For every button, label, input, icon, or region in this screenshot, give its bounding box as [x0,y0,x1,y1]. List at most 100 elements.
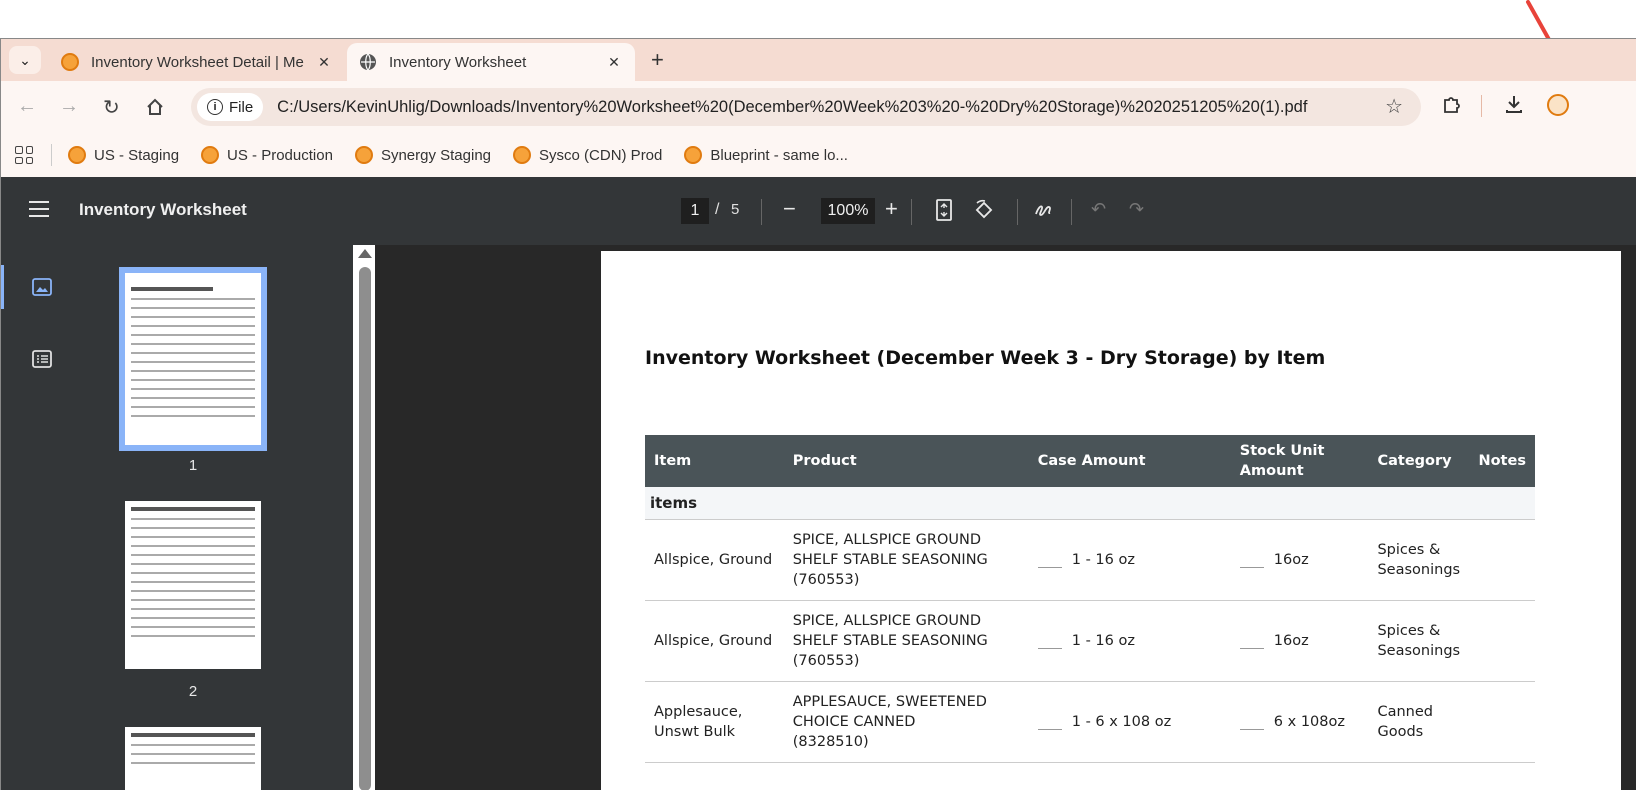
tab-search-button[interactable]: ⌄ [9,46,41,74]
redo-icon[interactable]: ↷ [1129,199,1144,220]
bookmark-star-icon[interactable]: ☆ [1385,94,1403,119]
column-header: Stock Unit Amount [1230,435,1369,487]
case-amount: 1 - 16 oz [1071,552,1135,568]
item-cell: Applesauce, Unswt Bulk [645,681,784,763]
page-thumbnail-3[interactable] [125,727,261,790]
stock-amount-cell: 6 x 108oz [1230,681,1369,763]
toolbar-divider [1481,95,1482,117]
active-indicator [1,265,4,309]
home-icon[interactable] [145,97,165,117]
zoom-input[interactable]: 100% [821,198,875,224]
write-in-line [1037,728,1062,730]
bookmark-us-staging[interactable]: US - Staging [68,146,179,164]
info-icon: i [207,99,223,115]
case-amount-cell: 1 - 16 oz [1028,519,1231,601]
bookmark-label: Blueprint - same lo... [710,146,848,164]
draw-icon[interactable] [1033,199,1055,221]
zoom-out-icon[interactable]: − [783,196,796,222]
outline-icon[interactable] [32,350,52,368]
product-code: (760553) [792,653,860,669]
thumbnail-scrollbar[interactable] [353,245,375,790]
toolbar-divider [761,199,762,225]
stock-amount: 6 x 108oz [1273,714,1345,730]
browser-toolbar: ← → ↻ i File C:/Users/KevinUhlig/Downloa… [1,81,1636,133]
reload-icon[interactable]: ↻ [103,95,120,120]
fit-page-icon[interactable] [935,199,953,221]
case-amount-cell: 1 - 6 x 108 oz [1028,681,1231,763]
bookmark-label: Synergy Staging [380,146,492,164]
site-favicon-icon [201,146,220,164]
bookmark-label: Sysco (CDN) Prod [539,146,663,164]
tab-title: Inventory Worksheet Detail | Me [91,53,304,71]
column-header: Case Amount [1028,435,1231,487]
thumbnails-icon[interactable] [32,278,52,296]
product-code: (8328510) [792,734,869,750]
group-row: items [645,487,1535,520]
tab-strip: ⌄ Inventory Worksheet Detail | Me ✕ Inve… [1,39,1636,81]
address-bar[interactable]: i File C:/Users/KevinUhlig/Downloads/Inv… [191,88,1421,126]
write-in-line [1239,566,1264,568]
column-header: Category [1368,435,1470,487]
site-info-chip[interactable]: i File [197,93,264,121]
bookmark-synergy-staging[interactable]: Synergy Staging [354,146,492,164]
apps-grid-icon[interactable] [15,146,33,164]
column-header: Product [783,435,1029,487]
close-icon[interactable]: ✕ [315,54,333,71]
product-cell: SPICE, ALLSPICE GROUND SHELF STABLE SEAS… [783,600,1029,682]
write-in-line [1239,728,1264,730]
close-icon[interactable]: ✕ [605,54,623,71]
site-favicon-icon [354,146,373,164]
product-name: APPLESAUCE, SWEETENED CHOICE CANNED [792,694,987,730]
forward-icon[interactable]: → [59,95,79,118]
product-cell: APPLESAUCE, SWEETENED CHOICE CANNED (8328… [783,681,1029,763]
table-row: Allspice, Ground SPICE, ALLSPICE GROUND … [645,600,1535,682]
product-name: SPICE, ALLSPICE GROUND SHELF STABLE SEAS… [792,532,988,568]
page-thumbnail-1[interactable] [119,267,267,451]
tab-inventory-worksheet[interactable]: Inventory Worksheet ✕ [347,43,635,81]
column-header: Notes [1469,435,1535,487]
bookmark-sysco-prod[interactable]: Sysco (CDN) Prod [513,146,662,164]
notes-cell [1469,600,1535,682]
page-number-input[interactable]: 1 [681,198,709,224]
zoom-in-icon[interactable]: + [885,196,898,222]
bookmark-us-production[interactable]: US - Production [201,146,333,164]
category-cell: Spices & Seasonings [1368,600,1470,682]
back-icon[interactable]: ← [17,95,37,118]
bookmark-blueprint[interactable]: Blueprint - same lo... [684,146,848,164]
table-row: Applesauce, Unswt Bulk APPLESAUCE, SWEET… [645,681,1535,763]
scrollbar-thumb[interactable] [359,267,371,790]
thumbnail-label: 1 [188,457,198,474]
page-thumbnail-2[interactable] [125,501,261,669]
document-heading: Inventory Worksheet (December Week 3 - D… [645,347,1326,369]
bookmark-label: US - Staging [94,146,180,164]
notes-cell [1469,519,1535,601]
stock-amount-cell: 16oz [1230,600,1369,682]
new-tab-button[interactable]: + [651,47,664,73]
table-header-row: Item Product Case Amount Stock Unit Amou… [645,435,1535,487]
extensions-icon[interactable] [1441,93,1463,115]
rotate-icon[interactable] [973,199,995,221]
page-total: 5 [731,201,740,218]
thumbnail-panel: 1 2 [61,245,353,790]
chevron-down-icon: ⌄ [19,51,31,68]
file-chip-label: File [229,98,254,116]
undo-icon[interactable]: ↶ [1091,199,1106,220]
tab-inventory-detail[interactable]: Inventory Worksheet Detail | Me ✕ [49,43,345,81]
notes-cell [1469,681,1535,763]
category-cell: Canned Goods [1368,681,1470,763]
pdf-title: Inventory Worksheet [79,200,247,219]
browser-window: ⌄ Inventory Worksheet Detail | Me ✕ Inve… [0,38,1636,790]
url-text[interactable]: C:/Users/KevinUhlig/Downloads/Inventory%… [277,98,1307,117]
bookmarks-bar: US - Staging US - Production Synergy Sta… [1,133,1636,177]
download-icon[interactable] [1503,93,1525,115]
toolbar-divider [911,199,912,225]
stock-amount-cell: 16oz [1230,519,1369,601]
write-in-line [1037,566,1062,568]
category-cell: Spices & Seasonings [1368,519,1470,601]
profile-avatar[interactable] [1547,94,1569,116]
bookmark-divider [51,144,52,166]
table-row: Allspice, Ground SPICE, ALLSPICE GROUND … [645,519,1535,601]
menu-icon[interactable] [29,201,49,217]
scroll-up-icon[interactable] [358,249,372,258]
inventory-table: Item Product Case Amount Stock Unit Amou… [645,435,1535,763]
